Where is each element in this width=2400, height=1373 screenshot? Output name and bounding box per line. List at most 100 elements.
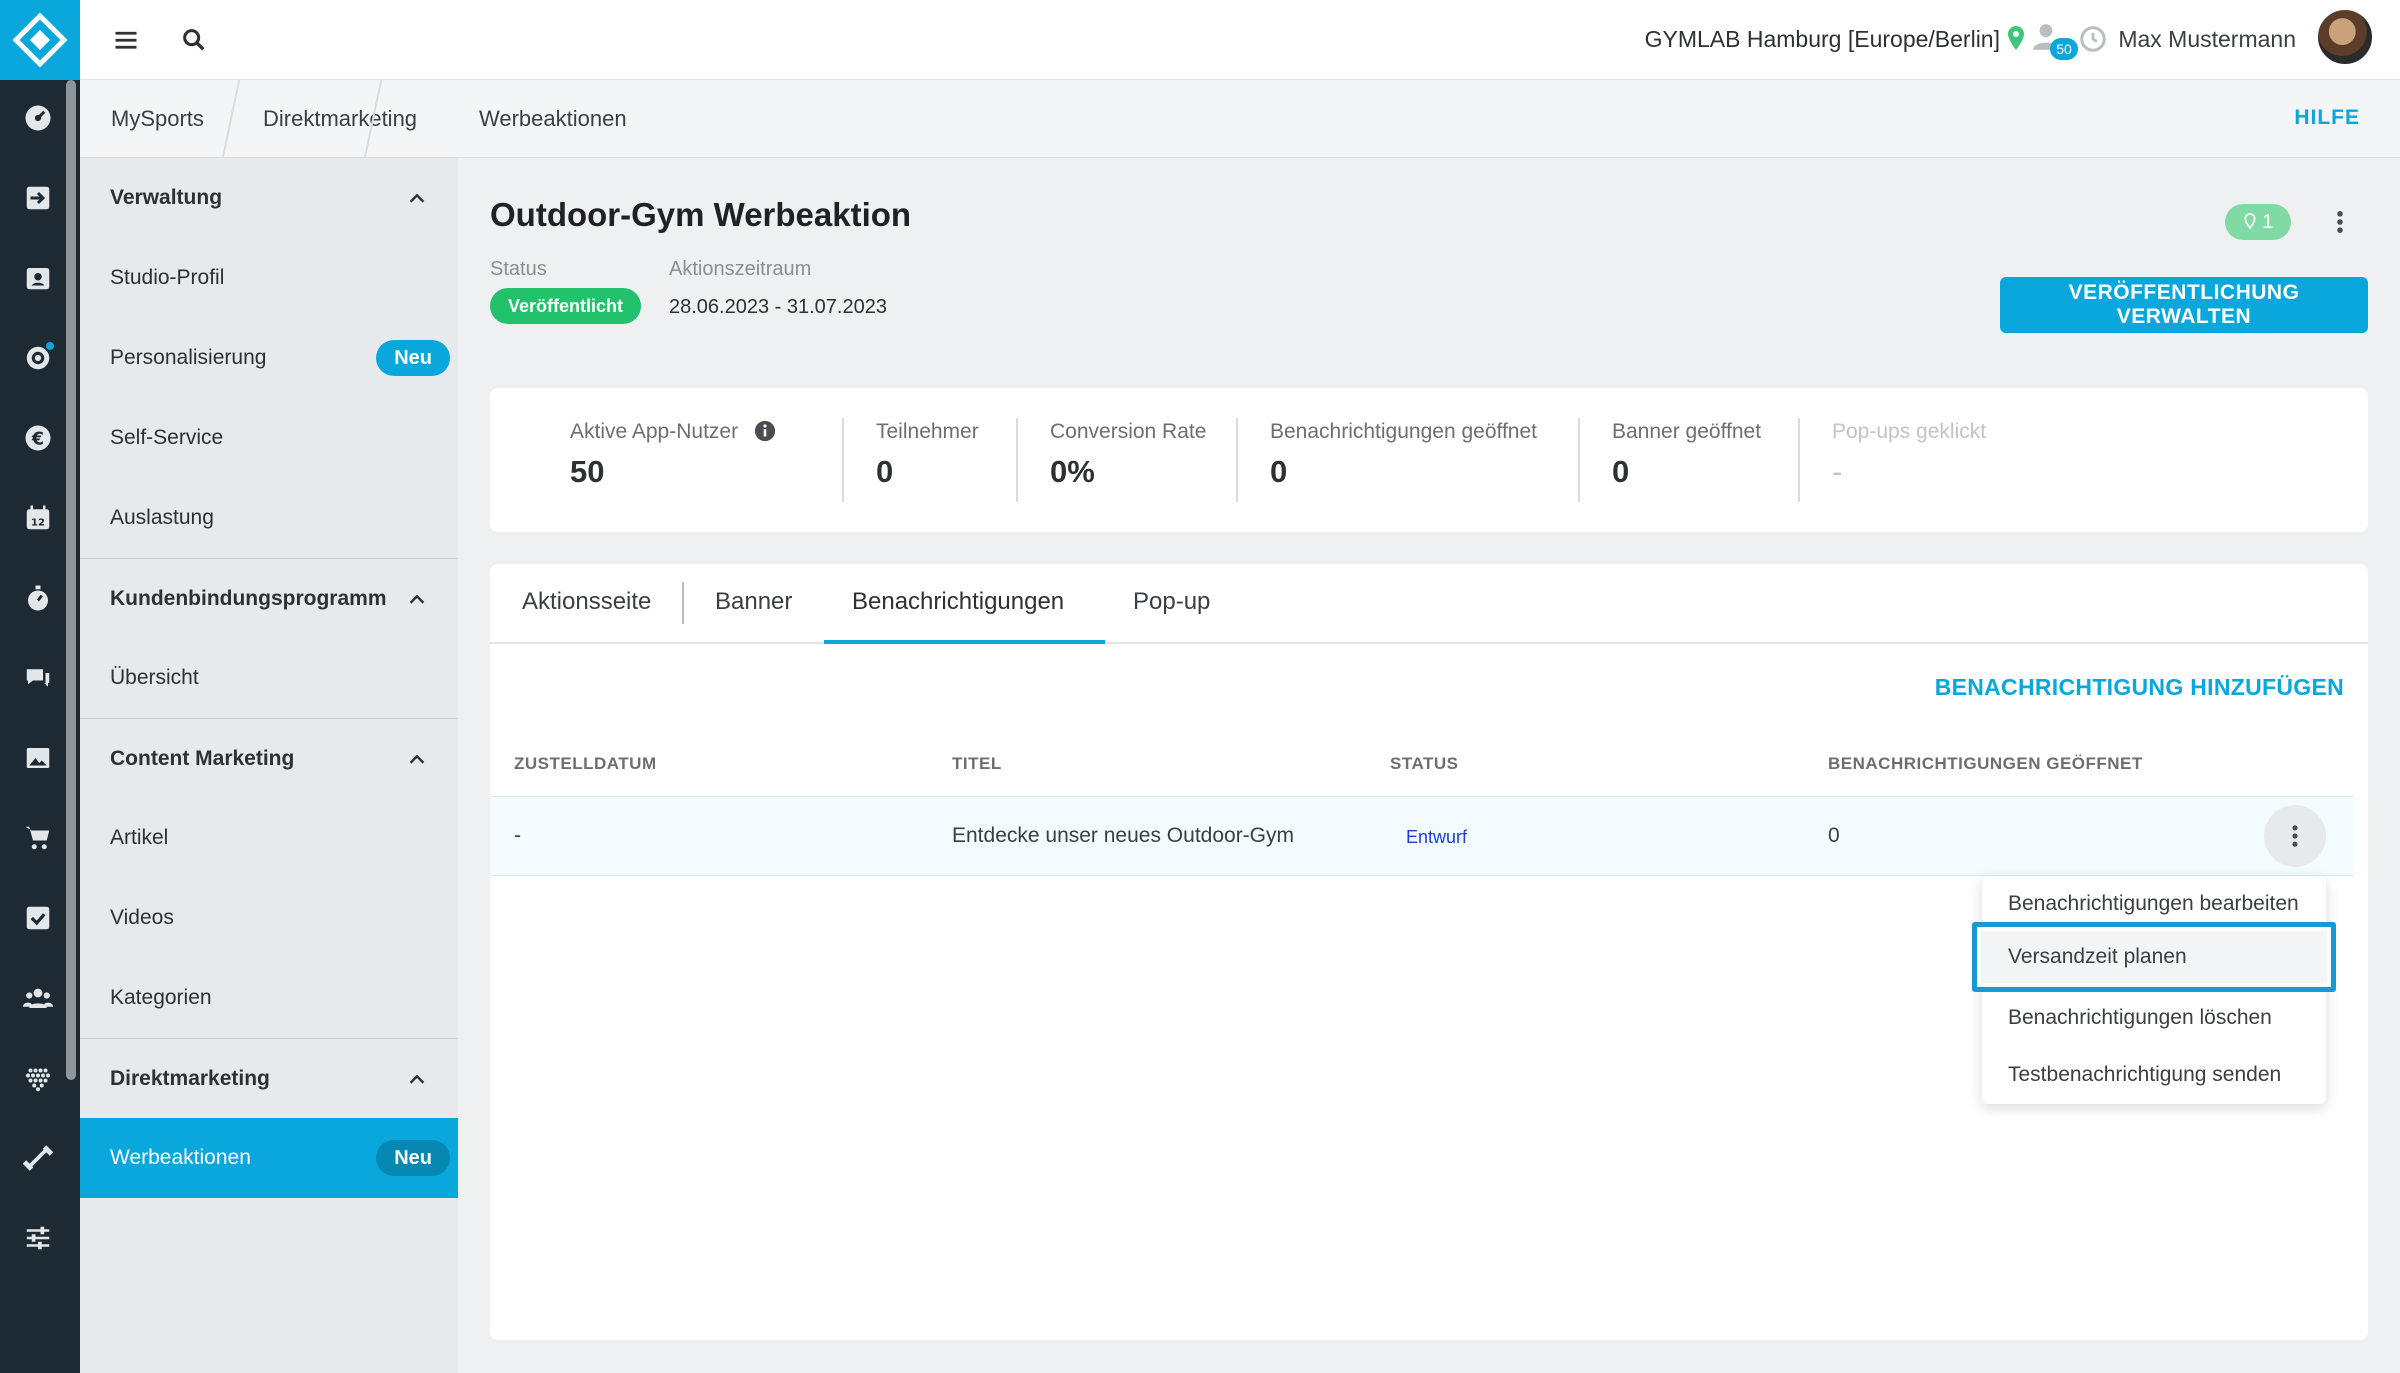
stat-value: 50	[570, 454, 605, 489]
stat-divider	[1016, 418, 1018, 502]
breadcrumb-direktmarketing[interactable]: Direktmarketing	[263, 106, 417, 132]
sidebar-item-videos[interactable]: Videos	[80, 878, 458, 958]
euro-icon[interactable]: €	[20, 420, 56, 456]
tab-benachrichtigungen[interactable]: Benachrichtigungen	[852, 588, 1064, 616]
top-bar: GYMLAB Hamburg [Europe/Berlin] 50 Max Mu…	[80, 0, 2400, 80]
chat-icon[interactable]	[20, 660, 56, 696]
column-header-title: TITEL	[952, 754, 1002, 773]
sidebar-item-uebersicht[interactable]: Übersicht	[80, 638, 458, 718]
tab-pop-up[interactable]: Pop-up	[1133, 588, 1210, 616]
sidebar-item-label: Übersicht	[110, 666, 199, 689]
user-notifications[interactable]: 50	[2030, 20, 2080, 64]
cell-delivery-date: -	[514, 824, 521, 847]
svg-text:€: €	[31, 429, 44, 449]
heart-dots-icon[interactable]	[20, 1060, 56, 1096]
sidebar-item-personalisierung[interactable]: Personalisierung Neu	[80, 318, 458, 398]
sidebar-item-label: Studio-Profil	[110, 266, 225, 289]
sidebar-item-auslastung[interactable]: Auslastung	[80, 478, 458, 558]
menu-item-send-test-notification[interactable]: Testbenachrichtigung senden	[1982, 1047, 2326, 1103]
stat-popups-clicked: Pop-ups geklickt -	[1832, 420, 1986, 490]
menu-item-label: Versandzeit planen	[2008, 945, 2187, 968]
clock-icon[interactable]	[2078, 24, 2108, 54]
tab-separator	[682, 582, 684, 624]
stat-divider	[1798, 418, 1800, 502]
app-logo[interactable]	[0, 0, 80, 80]
tab-bar: Aktionsseite Banner Benachrichtigungen P…	[490, 564, 2368, 644]
sidebar: Verwaltung Studio-Profil Personalisierun…	[80, 158, 458, 1373]
stat-conversion-rate: Conversion Rate 0%	[1050, 420, 1206, 490]
dashboard-icon[interactable]	[20, 100, 56, 136]
rail-notification-dot	[44, 340, 56, 352]
sidebar-item-werbeaktionen[interactable]: Werbeaktionen Neu	[80, 1118, 458, 1198]
breadcrumb-mysports[interactable]: MySports	[111, 106, 204, 132]
sidebar-group-content-marketing[interactable]: Content Marketing	[80, 718, 458, 798]
sidebar-item-artikel[interactable]: Artikel	[80, 798, 458, 878]
sidebar-item-self-service[interactable]: Self-Service	[80, 398, 458, 478]
active-tab-indicator	[824, 640, 1105, 644]
manage-publication-button[interactable]: VERÖFFENTLICHUNG VERWALTEN	[2000, 277, 2368, 333]
breadcrumb: MySports Direktmarketing Werbeaktionen H…	[80, 80, 2400, 158]
sidebar-item-label: Kategorien	[110, 986, 212, 1009]
table-row[interactable]: - Entdecke unser neues Outdoor-Gym Entwu…	[490, 796, 2354, 876]
dumbbell-icon[interactable]	[20, 1140, 56, 1176]
cart-icon[interactable]	[20, 820, 56, 856]
more-options-icon[interactable]	[2320, 202, 2360, 242]
status-badge: Veröffentlicht	[490, 288, 642, 324]
stat-divider	[1236, 418, 1238, 502]
info-icon[interactable]	[754, 420, 776, 442]
menu-item-label: Benachrichtigungen bearbeiten	[2008, 892, 2299, 915]
add-notification-button[interactable]: BENACHRICHTIGUNG HINZUFÜGEN	[1935, 674, 2344, 701]
studio-location[interactable]: GYMLAB Hamburg [Europe/Berlin]	[1645, 26, 2000, 53]
icon-rail: € 12	[0, 0, 80, 1373]
stat-divider	[842, 418, 844, 502]
period-value: 28.06.2023 - 31.07.2023	[669, 296, 887, 318]
sidebar-item-kategorien[interactable]: Kategorien	[80, 958, 458, 1038]
stat-label: Conversion Rate	[1050, 420, 1207, 443]
sidebar-item-label: Artikel	[110, 826, 169, 849]
column-header-notifications-opened: BENACHRICHTIGUNGEN GEÖFFNET	[1828, 754, 2143, 773]
image-icon[interactable]	[20, 740, 56, 776]
rail-scrollbar[interactable]	[66, 80, 76, 1080]
login-icon[interactable]	[20, 180, 56, 216]
help-link[interactable]: HILFE	[2294, 106, 2360, 130]
tab-banner[interactable]: Banner	[715, 588, 792, 616]
stat-value: 0	[1612, 454, 1630, 489]
map-pin-icon	[2008, 26, 2024, 50]
group-icon[interactable]	[20, 980, 56, 1016]
avatar[interactable]	[2316, 8, 2374, 66]
menu-icon[interactable]	[106, 20, 146, 60]
sidebar-group-kundenbindungsprogramm[interactable]: Kundenbindungsprogramm	[80, 558, 458, 638]
cell-status: Entwurf	[1406, 827, 1468, 847]
sidebar-group-direktmarketing[interactable]: Direktmarketing	[80, 1038, 458, 1118]
map-pin-icon	[2244, 213, 2256, 230]
sidebar-group-verwaltung[interactable]: Verwaltung	[80, 158, 458, 238]
cell-notifications-opened: 0	[1828, 824, 1840, 847]
tab-aktionsseite[interactable]: Aktionsseite	[522, 588, 651, 616]
calendar-icon[interactable]: 12	[20, 500, 56, 536]
stat-banner-opened: Banner geöffnet 0	[1612, 420, 1761, 490]
location-count-badge[interactable]: 1	[2225, 204, 2291, 240]
sidebar-item-studio-profil[interactable]: Studio-Profil	[80, 238, 458, 318]
row-context-menu: Benachrichtigungen bearbeiten Versandzei…	[1972, 876, 2336, 1104]
stat-value: 0	[876, 454, 894, 489]
breadcrumb-separator	[221, 80, 241, 158]
sidebar-item-label: Personalisierung	[110, 346, 267, 369]
checkbox-icon[interactable]	[20, 900, 56, 936]
stat-label: Banner geöffnet	[1612, 420, 1762, 443]
page-title: Outdoor-Gym Werbeaktion	[490, 196, 912, 233]
stats-card: Aktive App-Nutzer 50 Teilnehmer 0 Conver…	[490, 388, 2368, 532]
sidebar-group-label: Verwaltung	[110, 186, 223, 209]
menu-item-schedule-send-time[interactable]: Versandzeit planen	[1972, 922, 2336, 992]
row-more-options-icon[interactable]	[2264, 805, 2326, 867]
settings-icon[interactable]	[20, 340, 56, 376]
sidebar-item-label: Auslastung	[110, 506, 214, 529]
stat-divider	[1578, 418, 1580, 502]
search-icon[interactable]	[174, 20, 214, 60]
user-name[interactable]: Max Mustermann	[2118, 26, 2296, 53]
new-badge: Neu	[376, 1140, 450, 1176]
contacts-icon[interactable]	[20, 260, 56, 296]
stopwatch-icon[interactable]	[20, 580, 56, 616]
svg-text:12: 12	[31, 518, 45, 529]
menu-item-delete-notifications[interactable]: Benachrichtigungen löschen	[1982, 990, 2326, 1046]
sliders-icon[interactable]	[20, 1220, 56, 1256]
